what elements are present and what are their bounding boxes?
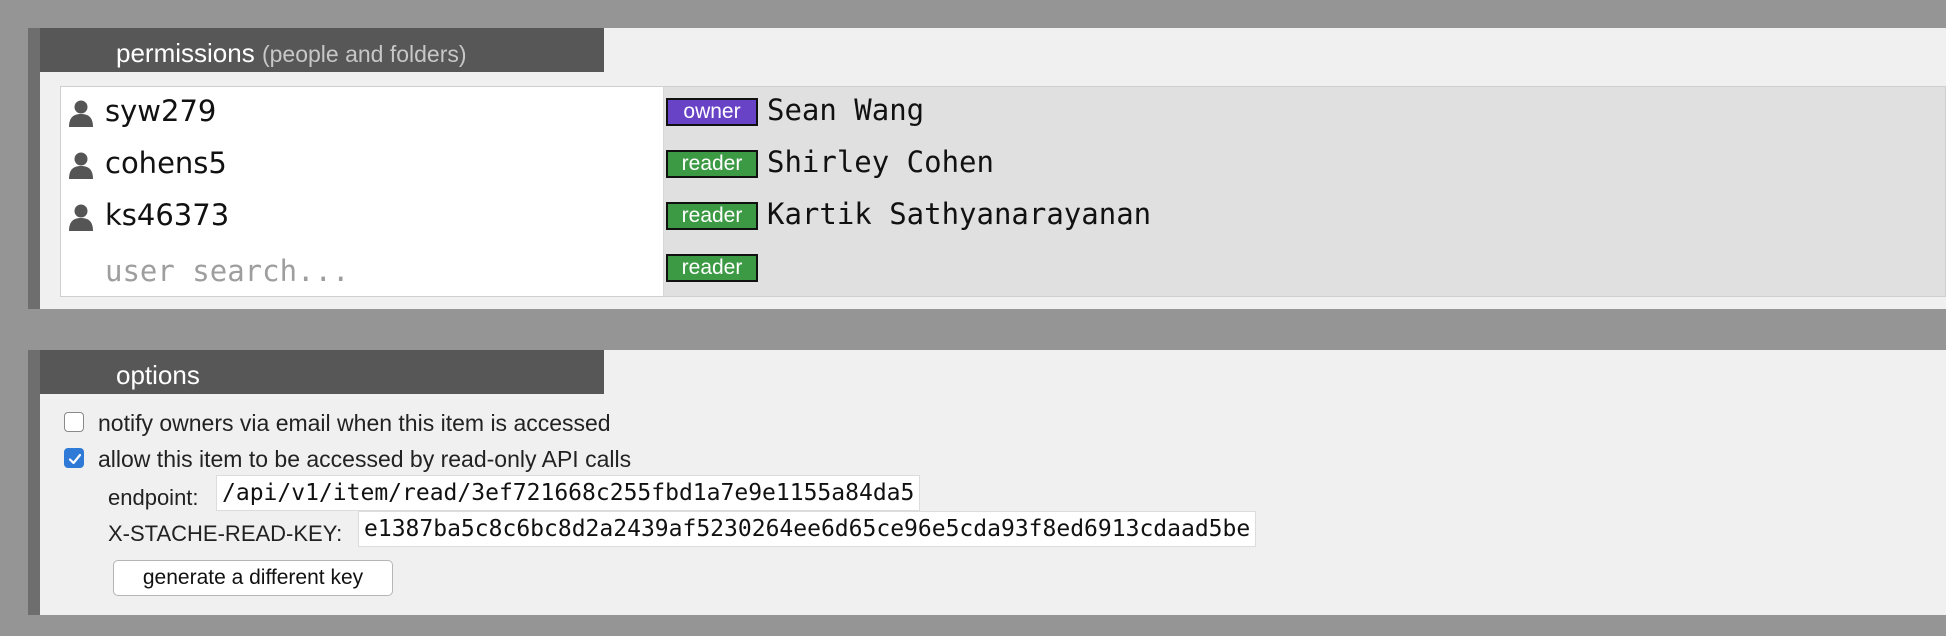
user-full-name: Kartik Sathyanarayanan <box>767 197 1152 231</box>
permission-row-1[interactable]: syw279 <box>61 87 661 139</box>
permissions-list: syw279 cohens5 ks46373 owner Sean Wang r… <box>60 86 1946 297</box>
user-full-name: Sean Wang <box>767 93 925 127</box>
user-full-name: Shirley Cohen <box>767 145 994 179</box>
options-header: options <box>40 350 604 394</box>
role-badge-reader[interactable]: reader <box>666 150 758 178</box>
person-icon <box>69 152 93 179</box>
person-icon <box>69 100 93 127</box>
username: ks46373 <box>105 198 230 232</box>
username: syw279 <box>105 94 217 128</box>
permissions-title-text: permissions <box>116 38 255 68</box>
permissions-users-column: syw279 cohens5 ks46373 <box>61 87 664 296</box>
permissions-title: permissions (people and folders) <box>116 39 467 68</box>
read-key-value[interactable]: e1387ba5c8c6bc8d2a2439af5230264ee6d65ce9… <box>358 511 1257 547</box>
permissions-subtitle: (people and folders) <box>261 41 467 67</box>
options-title: options <box>116 360 200 390</box>
notify-checkbox[interactable] <box>64 412 84 432</box>
username: cohens5 <box>105 146 227 180</box>
notify-label: notify owners via email when this item i… <box>98 410 611 436</box>
generate-key-button[interactable]: generate a different key <box>113 560 393 596</box>
read-key-label: X-STACHE-READ-KEY: <box>108 521 343 546</box>
permission-row-2[interactable]: cohens5 <box>61 139 661 191</box>
person-icon <box>69 204 93 231</box>
endpoint-label: endpoint: <box>108 485 199 510</box>
options-panel: options notify owners via email when thi… <box>28 350 1946 615</box>
checkmark-icon <box>68 453 82 465</box>
panel-left-border <box>28 350 40 615</box>
permissions-header: permissions (people and folders) <box>40 28 604 72</box>
api-access-checkbox[interactable] <box>64 448 84 468</box>
endpoint-value[interactable]: /api/v1/item/read/3ef721668c255fbd1a7e9e… <box>216 475 921 511</box>
api-access-label: allow this item to be accessed by read-o… <box>98 446 632 472</box>
role-badge-owner[interactable]: owner <box>666 98 758 126</box>
permission-row-3[interactable]: ks46373 <box>61 191 661 243</box>
role-badge-reader[interactable]: reader <box>666 202 758 230</box>
panel-left-border <box>28 28 40 309</box>
user-search-input[interactable] <box>105 252 625 290</box>
new-user-role-badge[interactable]: reader <box>666 254 758 282</box>
